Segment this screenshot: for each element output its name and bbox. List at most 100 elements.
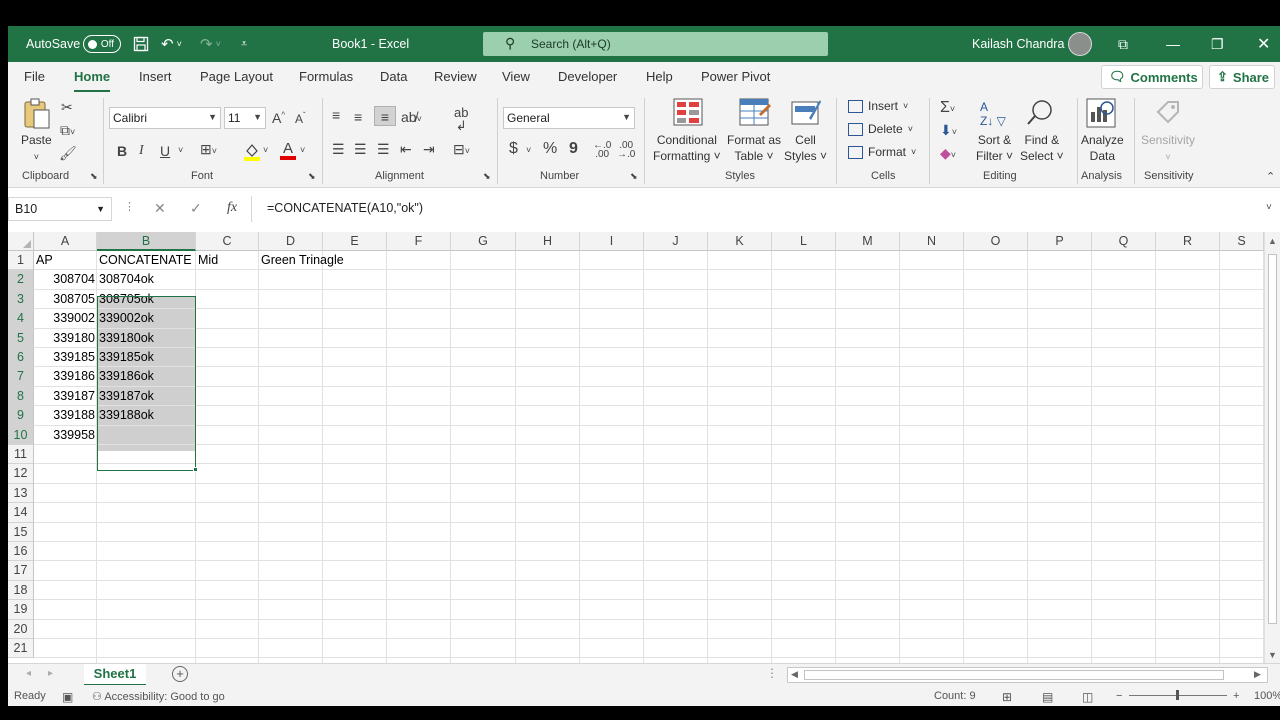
worksheet-grid[interactable]: A B C D E F G H I J K L M N O P Q R S 1 2 3 4 5 6 7 8 9 10 11 12 13 14 15… bbox=[8, 232, 1264, 663]
redo-icon[interactable]: ↷ ˅ bbox=[200, 26, 221, 62]
cell-c1[interactable]: Mid bbox=[196, 251, 220, 270]
scroll-up-icon[interactable]: ▲ bbox=[1268, 236, 1277, 246]
column-header-b[interactable]: B bbox=[97, 232, 196, 251]
row-header-17[interactable]: 17 bbox=[8, 561, 34, 581]
name-box[interactable]: B10 ▼ bbox=[8, 197, 112, 221]
currency-button[interactable]: $ bbox=[509, 141, 518, 157]
analyze-data-button[interactable]: Analyze Data bbox=[1081, 132, 1124, 164]
currency-options-icon[interactable]: ˅ bbox=[526, 146, 531, 155]
row-header-14[interactable]: 14 bbox=[8, 503, 34, 523]
align-right-icon[interactable]: ☰ bbox=[377, 142, 390, 156]
row-header-6[interactable]: 6 bbox=[8, 348, 34, 368]
customize-toolbar-icon[interactable]: ⩡ bbox=[241, 26, 247, 62]
align-bottom-icon[interactable]: ≡ bbox=[374, 106, 396, 126]
row-header-5[interactable]: 5 bbox=[8, 328, 34, 348]
tab-review[interactable]: Review bbox=[434, 69, 477, 84]
zoom-level[interactable]: 100% bbox=[1254, 690, 1280, 702]
ribbon-display-icon[interactable]: ⧉ bbox=[1118, 26, 1128, 62]
font-size-select[interactable]: 11 ▼ bbox=[224, 107, 266, 129]
font-color-icon[interactable]: A bbox=[280, 140, 296, 161]
tab-data[interactable]: Data bbox=[380, 69, 407, 84]
cell-a7[interactable]: 339186 bbox=[34, 367, 97, 386]
align-center-icon[interactable]: ☰ bbox=[354, 142, 367, 156]
row-header-3[interactable]: 3 bbox=[8, 289, 34, 310]
alignment-launcher-icon[interactable]: ⬊ bbox=[483, 172, 491, 181]
fill-color-icon[interactable] bbox=[244, 142, 260, 161]
user-name[interactable]: Kailash Chandra bbox=[972, 26, 1064, 62]
enter-entry-icon[interactable]: ✓ bbox=[190, 200, 202, 217]
column-header-d[interactable]: D bbox=[259, 232, 323, 251]
wrap-text-icon[interactable]: ab ↲ bbox=[454, 106, 468, 132]
bold-button[interactable]: B bbox=[117, 144, 127, 158]
cell-d1[interactable]: Green Trinagle bbox=[259, 251, 346, 270]
row-header-2[interactable]: 2 bbox=[8, 270, 34, 290]
borders-icon[interactable]: ⊞˅ bbox=[200, 142, 217, 156]
column-header-s[interactable]: S bbox=[1220, 232, 1264, 251]
formula-input[interactable]: =CONCATENATE(A10,"ok") bbox=[267, 201, 423, 215]
column-header-p[interactable]: P bbox=[1028, 232, 1092, 251]
cell-a9[interactable]: 339188 bbox=[34, 406, 97, 425]
avatar[interactable] bbox=[1068, 32, 1092, 56]
row-header-19[interactable]: 19 bbox=[8, 600, 34, 620]
column-header-j[interactable]: J bbox=[644, 232, 708, 251]
save-icon[interactable] bbox=[133, 26, 149, 62]
number-launcher-icon[interactable]: ⬊ bbox=[630, 172, 638, 181]
scroll-down-icon[interactable]: ▼ bbox=[1268, 650, 1277, 660]
column-header-f[interactable]: F bbox=[387, 232, 451, 251]
cell-b2[interactable]: 308704ok bbox=[97, 270, 156, 289]
conditional-formatting-button[interactable]: Conditional Formatting ˅ bbox=[653, 132, 721, 164]
row-header-7[interactable]: 7 bbox=[8, 367, 34, 387]
percent-button[interactable]: % bbox=[543, 141, 557, 157]
cell-styles-button[interactable]: Cell Styles ˅ bbox=[784, 132, 827, 164]
share-button[interactable]: ⇪ Share bbox=[1209, 65, 1275, 89]
horizontal-scrollbar[interactable]: ◀ ▶ bbox=[787, 667, 1268, 683]
cancel-entry-icon[interactable]: ✕ bbox=[154, 200, 166, 217]
scroll-left-icon[interactable]: ◀ bbox=[791, 669, 798, 680]
page-layout-view-icon[interactable]: ▤ bbox=[1042, 690, 1053, 704]
font-launcher-icon[interactable]: ⬊ bbox=[308, 172, 316, 181]
format-painter-icon[interactable]: 🖌 bbox=[59, 146, 77, 160]
align-left-icon[interactable]: ☰ bbox=[332, 142, 345, 156]
collapse-ribbon-icon[interactable]: ⌃ bbox=[1266, 172, 1275, 183]
column-header-g[interactable]: G bbox=[451, 232, 516, 251]
insert-function-icon[interactable]: fx bbox=[227, 200, 237, 216]
increase-font-icon[interactable]: A^ bbox=[272, 111, 285, 125]
orientation-icon[interactable]: ab̸˅ bbox=[401, 110, 422, 124]
fill-icon[interactable]: ⬇˅ bbox=[940, 123, 957, 137]
column-header-m[interactable]: M bbox=[836, 232, 900, 251]
cell-a8[interactable]: 339187 bbox=[34, 387, 97, 406]
zoom-out-icon[interactable]: − bbox=[1116, 690, 1122, 702]
tab-file[interactable]: File bbox=[24, 69, 45, 84]
tab-developer[interactable]: Developer bbox=[558, 69, 617, 84]
select-all-button[interactable] bbox=[8, 232, 34, 251]
autosum-icon[interactable]: Σ˅ bbox=[940, 100, 955, 116]
row-header-12[interactable]: 12 bbox=[8, 464, 34, 484]
column-header-i[interactable]: I bbox=[580, 232, 644, 251]
cell-a5[interactable]: 339180 bbox=[34, 329, 97, 348]
tab-insert[interactable]: Insert bbox=[139, 69, 172, 84]
zoom-slider-thumb[interactable] bbox=[1176, 690, 1179, 700]
cell-b1[interactable]: CONCATENATE bbox=[97, 251, 194, 270]
number-format-select[interactable]: General ▼ bbox=[503, 107, 635, 129]
cell-a4[interactable]: 339002 bbox=[34, 309, 97, 328]
comma-button[interactable]: 9 bbox=[569, 141, 578, 157]
tab-splitter-icon[interactable]: ⋮ bbox=[766, 666, 778, 680]
horizontal-scroll-thumb[interactable] bbox=[804, 670, 1224, 680]
row-header-11[interactable]: 11 bbox=[8, 445, 34, 465]
row-header-10[interactable]: 10 bbox=[8, 425, 34, 445]
italic-button[interactable]: I bbox=[139, 144, 144, 158]
clipboard-launcher-icon[interactable]: ⬊ bbox=[90, 172, 98, 181]
formula-bar-drag-icon[interactable]: ⋮ bbox=[124, 200, 135, 213]
expand-formula-bar-icon[interactable]: ˅ bbox=[1266, 202, 1272, 213]
column-header-n[interactable]: N bbox=[900, 232, 964, 251]
column-header-h[interactable]: H bbox=[516, 232, 580, 251]
column-header-l[interactable]: L bbox=[772, 232, 836, 251]
row-header-9[interactable]: 9 bbox=[8, 406, 34, 426]
row-header-1[interactable]: 1 bbox=[8, 251, 34, 271]
column-header-q[interactable]: Q bbox=[1092, 232, 1156, 251]
increase-decimal-icon[interactable]: ←.0.00 bbox=[593, 141, 611, 160]
column-header-e[interactable]: E bbox=[323, 232, 387, 251]
row-header-20[interactable]: 20 bbox=[8, 619, 34, 639]
column-header-c[interactable]: C bbox=[196, 232, 259, 251]
cell-a3[interactable]: 308705 bbox=[34, 290, 97, 309]
